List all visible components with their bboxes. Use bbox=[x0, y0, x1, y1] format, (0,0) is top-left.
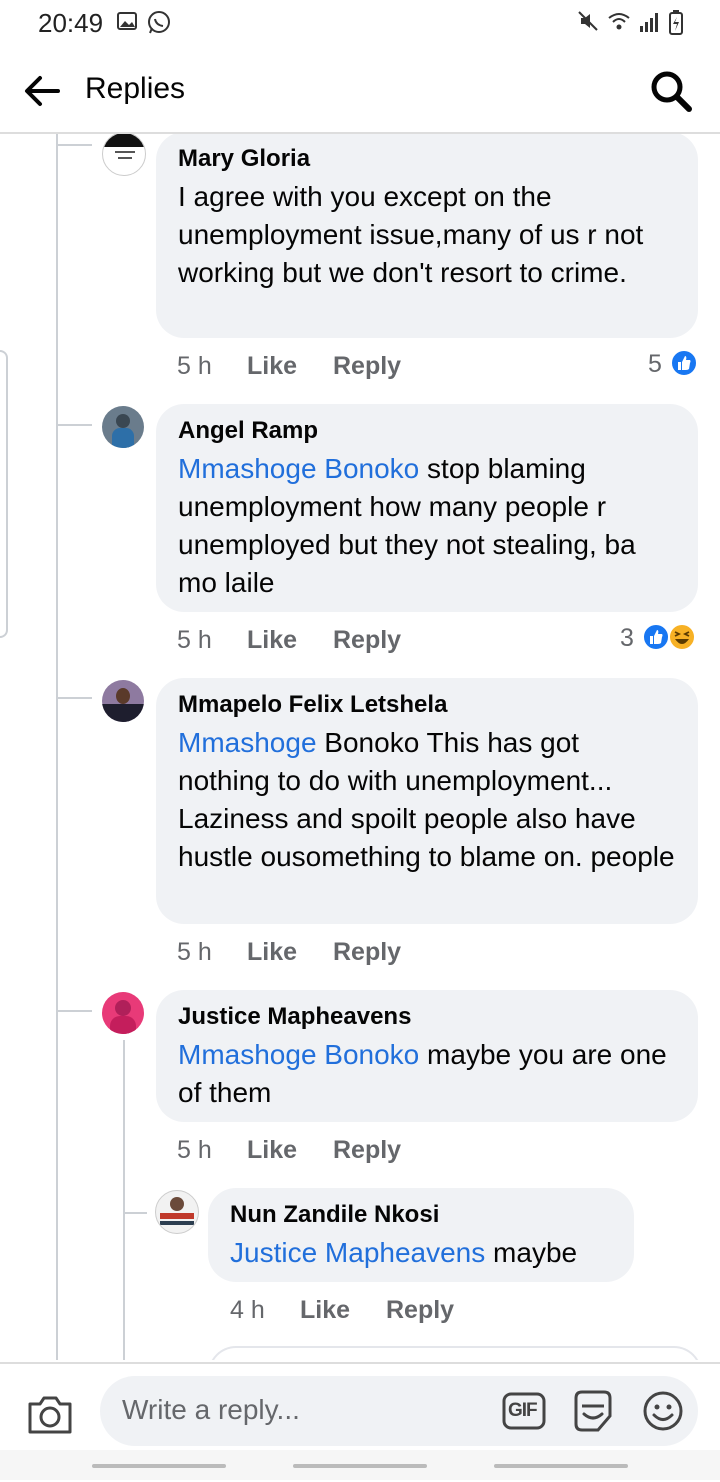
comment-actions: 5 h Like Reply bbox=[177, 626, 477, 658]
comment-author[interactable]: Mmapelo Felix Letshela bbox=[178, 690, 676, 720]
reply-button[interactable]: Reply bbox=[333, 938, 401, 967]
scroll-handle[interactable] bbox=[0, 350, 8, 638]
sticker-icon[interactable] bbox=[570, 1388, 616, 1434]
mention-link[interactable]: Mmashoge bbox=[178, 727, 317, 758]
reply-button[interactable]: Reply bbox=[333, 1136, 401, 1165]
reply-button[interactable]: Reply bbox=[386, 1296, 454, 1325]
thread-line bbox=[123, 1040, 125, 1360]
comment-actions: 5 h Like Reply bbox=[177, 352, 477, 384]
comment-time: 5 h bbox=[177, 1136, 212, 1164]
comment-author[interactable]: Angel Ramp bbox=[178, 416, 676, 446]
replies-thread[interactable]: Mary Gloria I agree with you except on t… bbox=[0, 134, 720, 1360]
status-time: 20:49 bbox=[38, 8, 104, 38]
like-icon bbox=[642, 623, 670, 651]
mention-link[interactable]: Mmashoge Bonoko bbox=[178, 1039, 419, 1070]
nav-back-button[interactable] bbox=[494, 1464, 628, 1468]
wifi-icon bbox=[608, 13, 630, 30]
reaction-count: 5 bbox=[648, 350, 662, 378]
like-button[interactable]: Like bbox=[247, 626, 297, 655]
mute-icon bbox=[578, 11, 598, 31]
thread-line bbox=[56, 134, 58, 1360]
thread-branch bbox=[123, 1212, 147, 1214]
comment-bubble[interactable]: Justice Mapheavens Mmashoge Bonoko maybe… bbox=[156, 990, 698, 1122]
mention-link[interactable]: Justice Mapheavens bbox=[230, 1237, 485, 1268]
search-icon[interactable] bbox=[648, 68, 694, 114]
comment-text: Mmashoge Bonoko stop blaming unemploymen… bbox=[178, 450, 676, 602]
status-bar: 20:49 bbox=[0, 0, 720, 48]
comment-text: Mmashoge Bonoko maybe you are one of the… bbox=[178, 1036, 676, 1112]
mention-link[interactable]: Mmashoge Bonoko bbox=[178, 453, 419, 484]
reaction-count: 3 bbox=[620, 624, 634, 652]
comment-time: 5 h bbox=[177, 352, 212, 380]
like-button[interactable]: Like bbox=[247, 938, 297, 967]
page-title: Replies bbox=[85, 72, 186, 105]
reaction-summary[interactable]: 5 bbox=[648, 349, 700, 380]
haha-icon bbox=[668, 623, 696, 651]
comment-author[interactable]: Justice Mapheavens bbox=[178, 1002, 676, 1032]
emoji-icon[interactable] bbox=[642, 1390, 684, 1432]
comment-body: maybe bbox=[485, 1237, 578, 1268]
whatsapp-notification-icon bbox=[148, 11, 170, 34]
reply-button[interactable]: Reply bbox=[333, 626, 401, 655]
comment-author[interactable]: Mary Gloria bbox=[178, 144, 676, 174]
avatar[interactable] bbox=[102, 680, 144, 722]
comment-author[interactable]: Nun Zandile Nkosi bbox=[230, 1200, 612, 1230]
comment-bubble[interactable]: Mary Gloria I agree with you except on t… bbox=[156, 134, 698, 338]
avatar[interactable] bbox=[102, 406, 144, 448]
nav-home-button[interactable] bbox=[293, 1464, 427, 1468]
next-reply-preview bbox=[208, 1346, 702, 1360]
comment-bubble[interactable]: Angel Ramp Mmashoge Bonoko stop blaming … bbox=[156, 404, 698, 612]
comment-text: Mmashoge Bonoko This has got nothing to … bbox=[178, 724, 676, 876]
gif-icon[interactable]: GIF bbox=[502, 1392, 546, 1430]
comment-bubble[interactable]: Mmapelo Felix Letshela Mmashoge Bonoko T… bbox=[156, 678, 698, 924]
comment-text: Justice Mapheavens maybe bbox=[230, 1234, 612, 1272]
thread-branch bbox=[56, 424, 92, 426]
comment-bubble[interactable]: Nun Zandile Nkosi Justice Mapheavens may… bbox=[208, 1188, 634, 1282]
gallery-notification-icon bbox=[117, 12, 137, 30]
avatar[interactable] bbox=[155, 1190, 199, 1234]
like-icon bbox=[670, 349, 698, 377]
battery-icon bbox=[669, 10, 683, 35]
comment-time: 4 h bbox=[230, 1296, 265, 1324]
system-navigation-bar bbox=[0, 1450, 720, 1480]
back-arrow-icon[interactable] bbox=[18, 66, 68, 116]
like-button[interactable]: Like bbox=[247, 352, 297, 381]
thread-branch bbox=[56, 144, 92, 146]
like-button[interactable]: Like bbox=[247, 1136, 297, 1165]
nav-recent-button[interactable] bbox=[92, 1464, 226, 1468]
reaction-summary[interactable]: 3 bbox=[620, 623, 700, 654]
reply-input[interactable]: Write a reply... GIF bbox=[100, 1376, 698, 1446]
comment-actions: 5 h Like Reply bbox=[177, 938, 477, 970]
comment-text: I agree with you except on the unemploym… bbox=[178, 181, 644, 288]
reply-placeholder: Write a reply... bbox=[122, 1394, 300, 1425]
app-header: Replies bbox=[0, 48, 720, 134]
comment-time: 5 h bbox=[177, 938, 212, 966]
like-button[interactable]: Like bbox=[300, 1296, 350, 1325]
avatar[interactable] bbox=[102, 992, 144, 1034]
signal-icon bbox=[640, 13, 658, 32]
camera-icon[interactable] bbox=[26, 1392, 74, 1436]
gif-label: GIF bbox=[508, 1400, 538, 1421]
thread-branch bbox=[56, 697, 92, 699]
comment-actions: 5 h Like Reply bbox=[177, 1136, 477, 1168]
comment-actions: 4 h Like Reply bbox=[230, 1296, 530, 1328]
reply-button[interactable]: Reply bbox=[333, 352, 401, 381]
avatar[interactable] bbox=[102, 134, 146, 176]
thread-branch bbox=[56, 1010, 92, 1012]
comment-time: 5 h bbox=[177, 626, 212, 654]
